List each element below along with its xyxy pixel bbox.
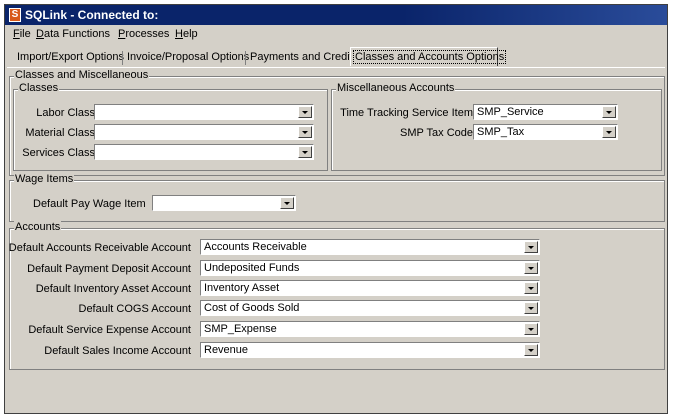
labor-class-combo[interactable] — [94, 104, 314, 120]
labor-class-label: Labor Class — [36, 107, 95, 119]
chevron-down-icon[interactable] — [524, 302, 538, 314]
menu-bar: File Data Functions Processes Help — [5, 25, 667, 43]
app-s-icon: S — [9, 8, 21, 22]
menu-help[interactable]: Help — [175, 28, 198, 40]
material-class-label: Material Class — [25, 127, 95, 139]
time-tracking-label: Time Tracking Service Item — [340, 107, 473, 119]
accounts-group: Accounts Default Accounts Receivable Acc… — [8, 221, 665, 370]
services-class-label: Services Class — [22, 147, 95, 159]
cogs-account-combo[interactable]: Cost of Goods Sold — [200, 300, 540, 316]
tab-classes-accounts[interactable]: Classes and Accounts Options — [350, 47, 507, 66]
chevron-down-icon[interactable] — [524, 282, 538, 294]
misc-accounts-group: Miscellaneous Accounts Time Tracking Ser… — [331, 82, 662, 171]
tab-panel: Classes and Miscellaneous Classes Labor … — [7, 67, 665, 411]
chevron-down-icon[interactable] — [298, 106, 312, 118]
time-tracking-combo[interactable]: SMP_Service — [473, 104, 618, 120]
menu-processes[interactable]: Processes — [118, 28, 169, 40]
tax-code-label: SMP Tax Code — [400, 127, 473, 139]
menu-data-functions[interactable]: Data Functions — [36, 28, 110, 40]
wage-items-title: Wage Items — [14, 173, 75, 185]
classes-misc-group: Classes and Miscellaneous Classes Labor … — [9, 69, 665, 176]
tab-separator — [245, 51, 246, 65]
chevron-down-icon[interactable] — [524, 323, 538, 335]
chevron-down-icon[interactable] — [524, 344, 538, 356]
chevron-down-icon[interactable] — [524, 262, 538, 274]
cogs-account-label: Default COGS Account — [78, 303, 192, 315]
accounts-title: Accounts — [14, 221, 62, 233]
app-window: S SQLink - Connected to: File Data Funct… — [4, 4, 668, 414]
services-class-combo[interactable] — [94, 144, 314, 160]
chevron-down-icon[interactable] — [280, 197, 294, 209]
inventory-account-combo[interactable]: Inventory Asset — [200, 280, 540, 296]
chevron-down-icon[interactable] — [298, 146, 312, 158]
chevron-down-icon[interactable] — [298, 126, 312, 138]
pay-wage-item-combo[interactable] — [152, 195, 296, 211]
wage-items-group: Wage Items Default Pay Wage Item — [9, 173, 665, 222]
sales-income-label: Default Sales Income Account — [44, 345, 191, 357]
sales-income-combo[interactable]: Revenue — [200, 342, 540, 358]
tab-payments-credits[interactable]: Payments and Credits — [248, 49, 360, 66]
title-bar[interactable]: S SQLink - Connected to: — [5, 5, 667, 25]
classes-misc-title: Classes and Miscellaneous — [14, 69, 150, 81]
deposit-account-label: Default Payment Deposit Account — [27, 263, 191, 275]
deposit-account-combo[interactable]: Undeposited Funds — [200, 260, 540, 276]
tax-code-combo[interactable]: SMP_Tax — [473, 124, 618, 140]
chevron-down-icon[interactable] — [602, 106, 616, 118]
service-expense-combo[interactable]: SMP_Expense — [200, 321, 540, 337]
pay-wage-item-label: Default Pay Wage Item — [33, 198, 146, 210]
chevron-down-icon[interactable] — [602, 126, 616, 138]
tab-invoice-proposal[interactable]: Invoice/Proposal Options — [125, 49, 251, 66]
classes-title: Classes — [18, 82, 60, 94]
chevron-down-icon[interactable] — [524, 241, 538, 253]
service-expense-label: Default Service Expense Account — [28, 324, 191, 336]
inventory-account-label: Default Inventory Asset Account — [35, 283, 191, 295]
ar-account-label: Default Accounts Receivable Account — [8, 242, 191, 254]
window-title: SQLink - Connected to: — [25, 8, 159, 22]
tab-separator — [122, 51, 123, 65]
ar-account-combo[interactable]: Accounts Receivable — [200, 239, 540, 255]
misc-accounts-title: Miscellaneous Accounts — [336, 82, 456, 94]
tab-import-export[interactable]: Import/Export Options — [15, 49, 126, 66]
tab-strip: Import/Export Options Invoice/Proposal O… — [5, 47, 667, 67]
classes-group: Classes Labor Class Material Class Servi… — [13, 82, 328, 171]
material-class-combo[interactable] — [94, 124, 314, 140]
menu-file[interactable]: File — [13, 28, 31, 40]
